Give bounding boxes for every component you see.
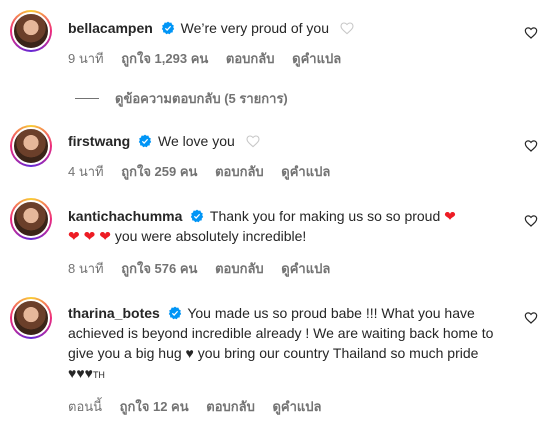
more-options-icon[interactable] (523, 309, 539, 325)
verified-badge-icon (191, 209, 204, 223)
comment-time: 4 นาที (68, 164, 104, 179)
reply-button[interactable]: ตอบกลับ (206, 399, 255, 414)
more-options-icon[interactable] (523, 212, 539, 228)
likes-count[interactable]: ถูกใจ 259 คน (121, 164, 197, 179)
verified-badge-icon (138, 134, 152, 148)
avatar[interactable] (10, 10, 52, 52)
verified-badge-icon (161, 21, 174, 35)
see-translation-button[interactable]: ดูคำแปล (281, 261, 330, 276)
flag-emoji-text: TH (92, 370, 105, 380)
avatar[interactable] (10, 297, 52, 339)
heart-outline-icon[interactable] (339, 20, 355, 36)
likes-count[interactable]: ถูกใจ 1,293 คน (121, 51, 208, 66)
more-options-icon[interactable] (523, 137, 539, 153)
reply-button[interactable]: ตอบกลับ (215, 261, 264, 276)
avatar[interactable] (10, 198, 52, 240)
heart-outline-icon[interactable] (245, 133, 261, 149)
reply-button[interactable]: ตอบกลับ (215, 164, 264, 179)
view-replies-button[interactable]: ดูข้อความตอบกลับ (5 รายการ) (75, 88, 288, 109)
see-translation-button[interactable]: ดูคำแปล (281, 164, 330, 179)
comment-text-continued: you bring our country Thailand so much p… (197, 345, 479, 361)
comment-time: ตอนนี้ (68, 399, 103, 414)
comment-text-continued: you were absolutely incredible! (114, 228, 307, 244)
verified-badge-icon (168, 306, 181, 320)
likes-count[interactable]: ถูกใจ 576 คน (121, 261, 197, 276)
divider-line (75, 98, 99, 99)
reply-button[interactable]: ตอบกลับ (226, 51, 275, 66)
red-heart-emoji: ❤ ❤ ❤ (68, 228, 111, 244)
comment-username[interactable]: firstwang (68, 133, 130, 149)
black-heart-emoji: ♥ (185, 345, 194, 361)
likes-count[interactable]: ถูกใจ 12 คน (120, 399, 189, 414)
red-heart-emoji: ❤ (444, 208, 456, 224)
comment-text: Thank you for making us so so proud (209, 208, 441, 224)
comment-username[interactable]: tharina_botes (68, 305, 160, 321)
comment-time: 9 นาที (68, 51, 104, 66)
comment-time: 8 นาที (68, 261, 104, 276)
see-translation-button[interactable]: ดูคำแปล (272, 399, 321, 414)
comment-text: We love you (158, 133, 235, 149)
see-translation-button[interactable]: ดูคำแปล (292, 51, 341, 66)
more-options-icon[interactable] (523, 24, 539, 40)
comment-username[interactable]: kantichachumma (68, 208, 182, 224)
black-hearts-emoji: ♥♥♥ (68, 365, 93, 381)
avatar[interactable] (10, 125, 52, 167)
comment-text: We’re very proud of you (180, 20, 329, 36)
comment-username[interactable]: bellacampen (68, 20, 153, 36)
